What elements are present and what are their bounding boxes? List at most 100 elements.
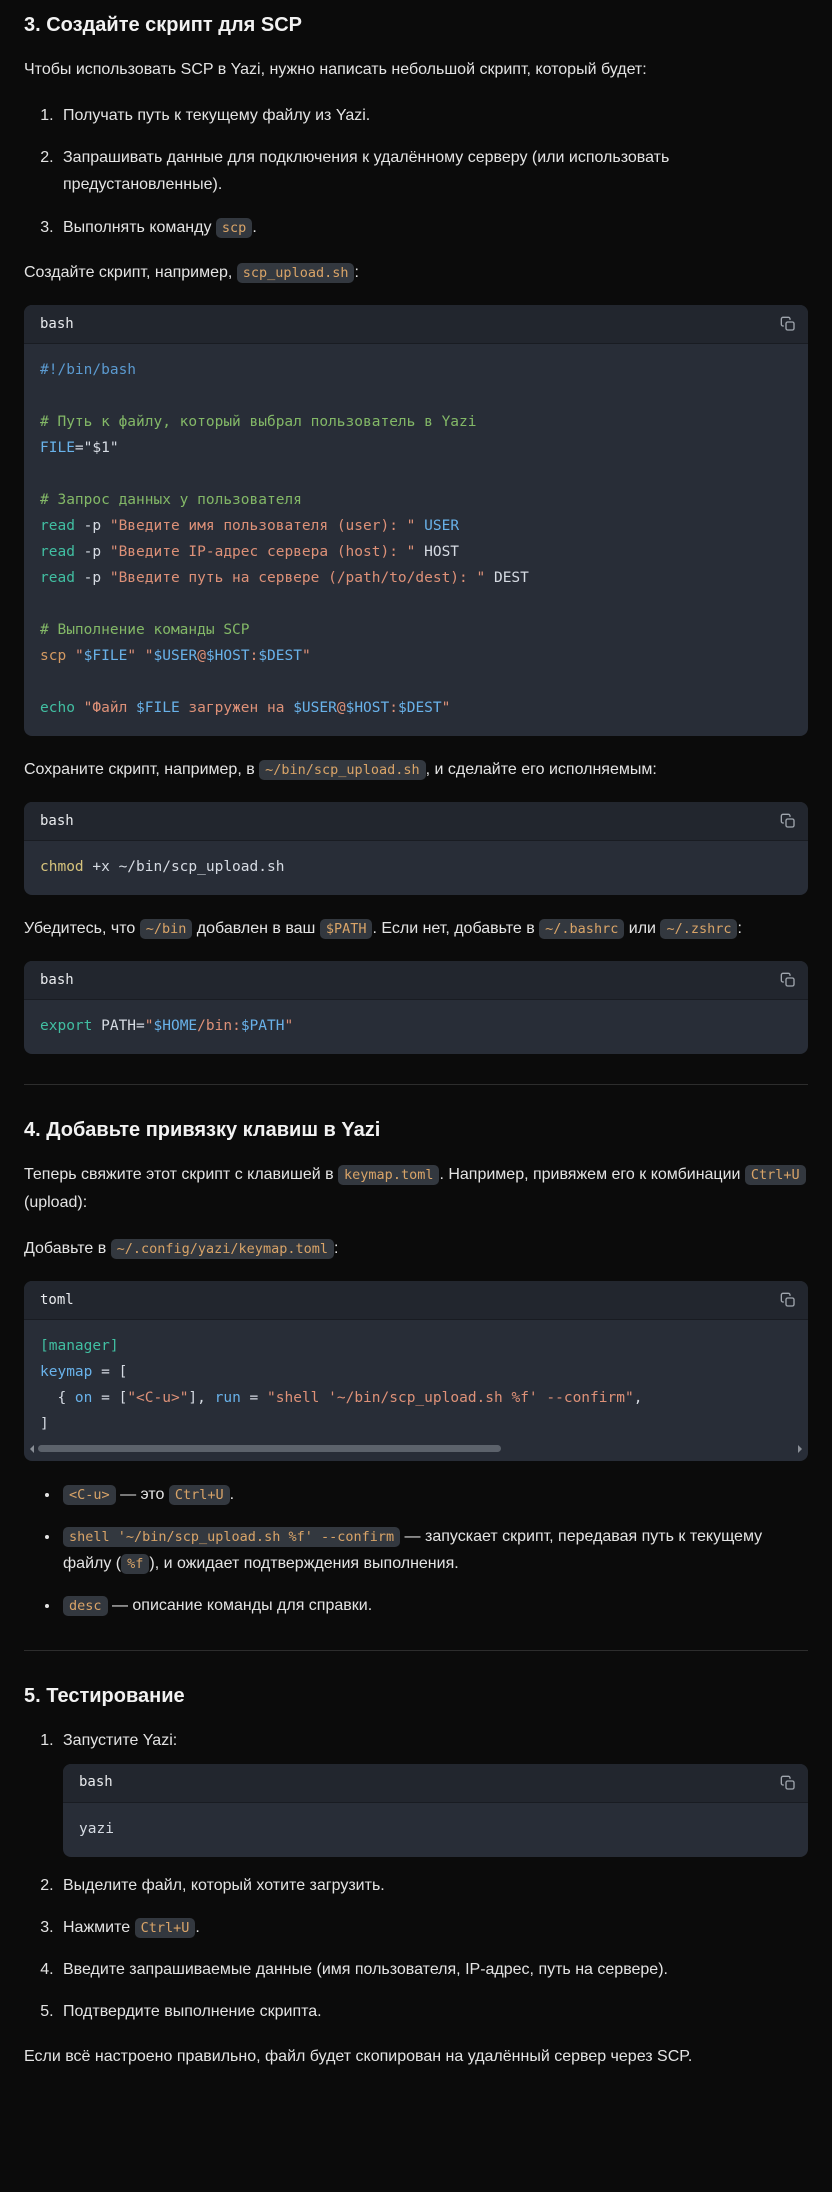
- code-block-chmod: bash chmod +x ~/bin/scp_upload.sh: [24, 802, 808, 895]
- copy-icon: [780, 1775, 796, 1791]
- section-heading-5: 5. Тестирование: [24, 1683, 808, 1709]
- inline-code: ~/.zshrc: [660, 919, 737, 939]
- testing-steps-list: Запустите Yazi: bash yazi Выделите файл,…: [24, 1727, 808, 2026]
- code-block-header: bash: [24, 802, 808, 841]
- code-line: # Выполнение команды SCP: [40, 617, 792, 643]
- code-line: FILE="$1": [40, 435, 792, 461]
- requirements-list: Получать путь к текущему файлу из Yazi. …: [24, 102, 808, 241]
- inline-code: $PATH: [320, 919, 373, 939]
- inline-code: keymap.toml: [338, 1165, 439, 1185]
- code-block-scp-script: bash #!/bin/bash # Путь к файлу, который…: [24, 305, 808, 736]
- code-line: read -p "Введите путь на сервере (/path/…: [40, 565, 792, 591]
- code-block-header: toml: [24, 1281, 808, 1320]
- code-line: #!/bin/bash: [40, 357, 792, 383]
- code-line: read -p "Введите имя пользователя (user)…: [40, 513, 792, 539]
- scroll-left-arrow-icon[interactable]: [30, 1445, 34, 1453]
- code-block-yazi: bash yazi: [63, 1764, 808, 1857]
- section-divider: [24, 1084, 808, 1085]
- list-item: Выделите файл, который хотите загрузить.: [58, 1872, 808, 1899]
- code-content: export PATH="$HOME/bin:$PATH": [24, 1000, 808, 1054]
- copy-icon: [780, 316, 796, 332]
- section-heading-4: 4. Добавьте привязку клавиш в Yazi: [24, 1117, 808, 1143]
- code-language-label: bash: [40, 316, 74, 332]
- code-language-label: bash: [40, 972, 74, 988]
- list-item: Запрашивать данные для подключения к уда…: [58, 144, 808, 198]
- chat-page: { "colors": { "page_bg": "#0b0b0b", "bod…: [0, 0, 832, 2192]
- inline-code: shell '~/bin/scp_upload.sh %f' --confirm: [63, 1527, 400, 1547]
- code-line: scp "$FILE" "$USER@$HOST:$DEST": [40, 643, 792, 669]
- list-item: Введите запрашиваемые данные (имя пользо…: [58, 1956, 808, 1983]
- code-line: keymap = [: [40, 1359, 792, 1385]
- inline-code: Ctrl+U: [745, 1165, 806, 1185]
- code-line: # Запрос данных у пользователя: [40, 487, 792, 513]
- code-block-header: bash: [24, 305, 808, 344]
- list-item: Получать путь к текущему файлу из Yazi.: [58, 102, 808, 129]
- code-line: ]: [40, 1411, 792, 1437]
- copy-code-button[interactable]: [778, 970, 798, 990]
- inline-code: scp_upload.sh: [237, 263, 355, 283]
- code-line: { on = ["<C-u>"], run = "shell '~/bin/sc…: [40, 1385, 792, 1411]
- create-script-paragraph: Создайте скрипт, например, scp_upload.sh…: [24, 259, 808, 287]
- path-check-paragraph: Убедитесь, что ~/bin добавлен в ваш $PAT…: [24, 915, 808, 943]
- code-line: read -p "Введите IP-адрес сервера (host)…: [40, 539, 792, 565]
- inline-code: ~/bin/scp_upload.sh: [259, 760, 425, 780]
- copy-code-button[interactable]: [778, 314, 798, 334]
- code-block-keymap-toml: toml [manager]keymap = [ { on = ["<C-u>"…: [24, 1281, 808, 1461]
- code-line: export PATH="$HOME/bin:$PATH": [40, 1013, 792, 1039]
- copy-icon: [780, 813, 796, 829]
- code-line: [40, 669, 792, 695]
- list-item: Подтвердите выполнение скрипта.: [58, 1998, 808, 2025]
- list-item: Выполнять команду scp.: [58, 214, 808, 241]
- copy-icon: [780, 1292, 796, 1308]
- code-content: [manager]keymap = [ { on = ["<C-u>"], ru…: [24, 1320, 808, 1443]
- code-content: yazi: [63, 1803, 808, 1857]
- code-line: [40, 383, 792, 409]
- step-text: Запустите Yazi:: [63, 1732, 177, 1749]
- closing-paragraph: Если всё настроено правильно, файл будет…: [24, 2043, 808, 2071]
- code-line: [manager]: [40, 1333, 792, 1359]
- copy-code-button[interactable]: [778, 1773, 798, 1793]
- intro-paragraph: Чтобы использовать SCP в Yazi, нужно нап…: [24, 56, 808, 84]
- code-language-label: toml: [40, 1292, 74, 1308]
- inline-code: scp: [216, 218, 252, 238]
- code-line: [40, 461, 792, 487]
- section-heading-3: 3. Создайте скрипт для SCP: [24, 12, 808, 38]
- horizontal-scrollbar[interactable]: [30, 1443, 802, 1455]
- code-line: yazi: [79, 1816, 792, 1842]
- list-item: Нажмите Ctrl+U.: [58, 1914, 808, 1941]
- code-block-header: bash: [63, 1764, 808, 1803]
- copy-code-button[interactable]: [778, 1290, 798, 1310]
- code-line: [40, 591, 792, 617]
- assistant-message: 3. Создайте скрипт для SCP Чтобы использ…: [24, 12, 808, 2071]
- inline-code: desc: [63, 1596, 108, 1616]
- inline-code: Ctrl+U: [169, 1485, 230, 1505]
- code-line: # Путь к файлу, который выбрал пользоват…: [40, 409, 792, 435]
- scroll-right-arrow-icon[interactable]: [798, 1445, 802, 1453]
- inline-code: <C-u>: [63, 1485, 116, 1505]
- code-block-header: bash: [24, 961, 808, 1000]
- keybinding-paragraph: Теперь свяжите этот скрипт с клавишей в …: [24, 1161, 808, 1217]
- inline-code: ~/.config/yazi/keymap.toml: [111, 1239, 334, 1259]
- code-language-label: bash: [40, 813, 74, 829]
- copy-icon: [780, 972, 796, 988]
- code-block-export-path: bash export PATH="$HOME/bin:$PATH": [24, 961, 808, 1054]
- scrollbar-thumb[interactable]: [38, 1445, 501, 1452]
- inline-code: ~/.bashrc: [539, 919, 624, 939]
- code-language-label: bash: [79, 1771, 113, 1795]
- copy-code-button[interactable]: [778, 811, 798, 831]
- list-item: <C-u> — это Ctrl+U.: [60, 1481, 808, 1508]
- add-config-paragraph: Добавьте в ~/.config/yazi/keymap.toml:: [24, 1235, 808, 1263]
- list-item: Запустите Yazi: bash yazi: [58, 1727, 808, 1857]
- code-line: echo "Файл $FILE загружен на $USER@$HOST…: [40, 695, 792, 721]
- code-line: chmod +x ~/bin/scp_upload.sh: [40, 854, 792, 880]
- inline-code: Ctrl+U: [135, 1918, 196, 1938]
- code-content: #!/bin/bash # Путь к файлу, который выбр…: [24, 344, 808, 736]
- code-content: chmod +x ~/bin/scp_upload.sh: [24, 841, 808, 895]
- explanation-list: <C-u> — это Ctrl+U. shell '~/bin/scp_upl…: [24, 1481, 808, 1620]
- list-item: desc — описание команды для справки.: [60, 1592, 808, 1619]
- list-item: shell '~/bin/scp_upload.sh %f' --confirm…: [60, 1523, 808, 1577]
- section-divider: [24, 1650, 808, 1651]
- inline-code: ~/bin: [140, 919, 193, 939]
- save-script-paragraph: Сохраните скрипт, например, в ~/bin/scp_…: [24, 756, 808, 784]
- inline-code: %f: [121, 1554, 149, 1574]
